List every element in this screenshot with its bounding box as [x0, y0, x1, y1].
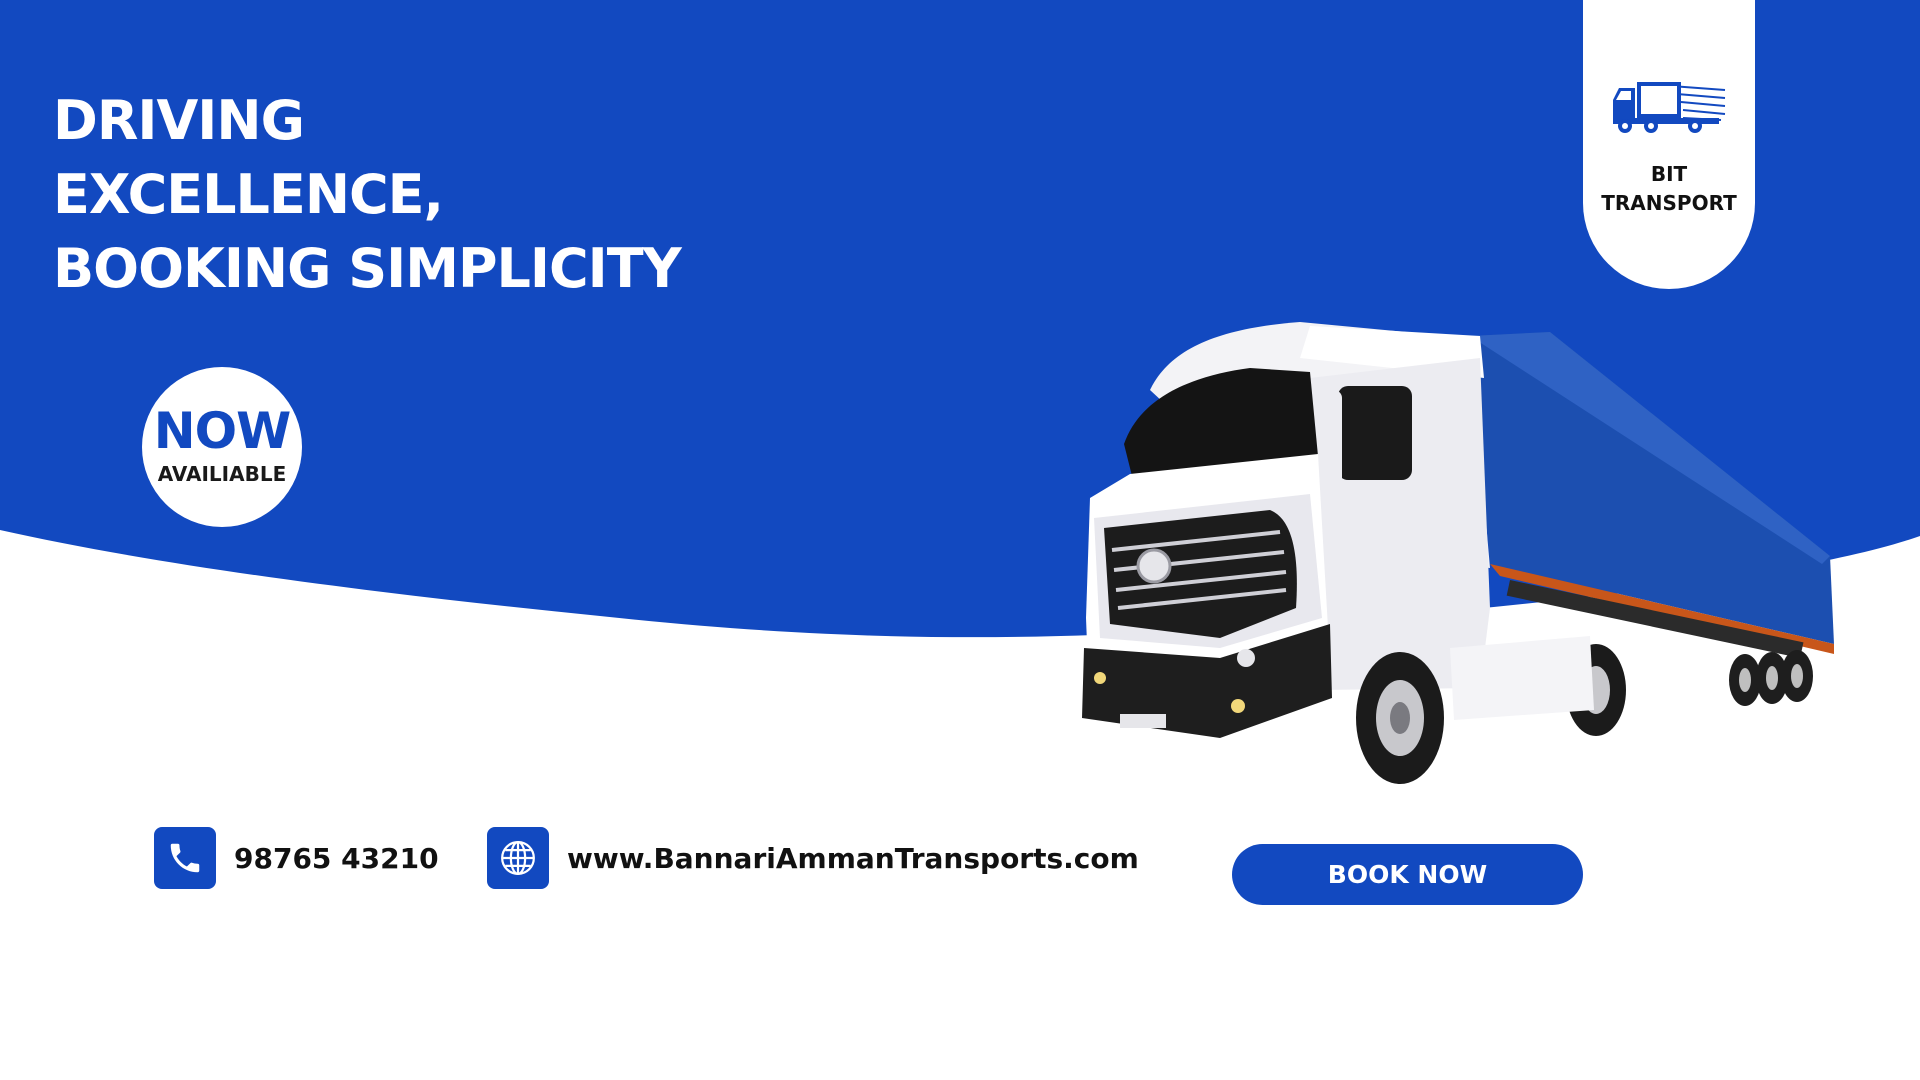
website-url: www.BannariAmmanTransports.com [567, 841, 1139, 875]
brand-name-line-1: BIT [1650, 162, 1688, 186]
truck-image [1082, 322, 1834, 784]
headline: DRIVING EXCELLENCE, BOOKING SIMPLICITY [53, 84, 682, 306]
phone-icon [170, 843, 200, 873]
headline-line-1: DRIVING [53, 89, 305, 152]
brand-logo: BIT TRANSPORT [1583, 0, 1755, 289]
phone-contact[interactable]: 98765 43210 [154, 826, 439, 890]
headline-line-2: EXCELLENCE, [53, 163, 444, 226]
globe-icon-box [487, 827, 549, 889]
website-contact[interactable]: www.BannariAmmanTransports.com [487, 826, 1139, 890]
now-available-badge: NOW AVAILIABLE [142, 367, 302, 527]
badge-sub-text: AVAILIABLE [157, 462, 287, 486]
brand-name: BIT TRANSPORT [1583, 160, 1755, 218]
book-now-button[interactable]: BOOK NOW [1232, 844, 1583, 905]
globe-icon [501, 841, 535, 875]
truck-logo-icon [1613, 82, 1726, 133]
brand-name-line-2: TRANSPORT [1601, 191, 1737, 215]
phone-number: 98765 43210 [234, 841, 439, 875]
headline-line-3: BOOKING SIMPLICITY [53, 237, 682, 300]
badge-main-text: NOW [153, 402, 292, 460]
phone-icon-box [154, 827, 216, 889]
